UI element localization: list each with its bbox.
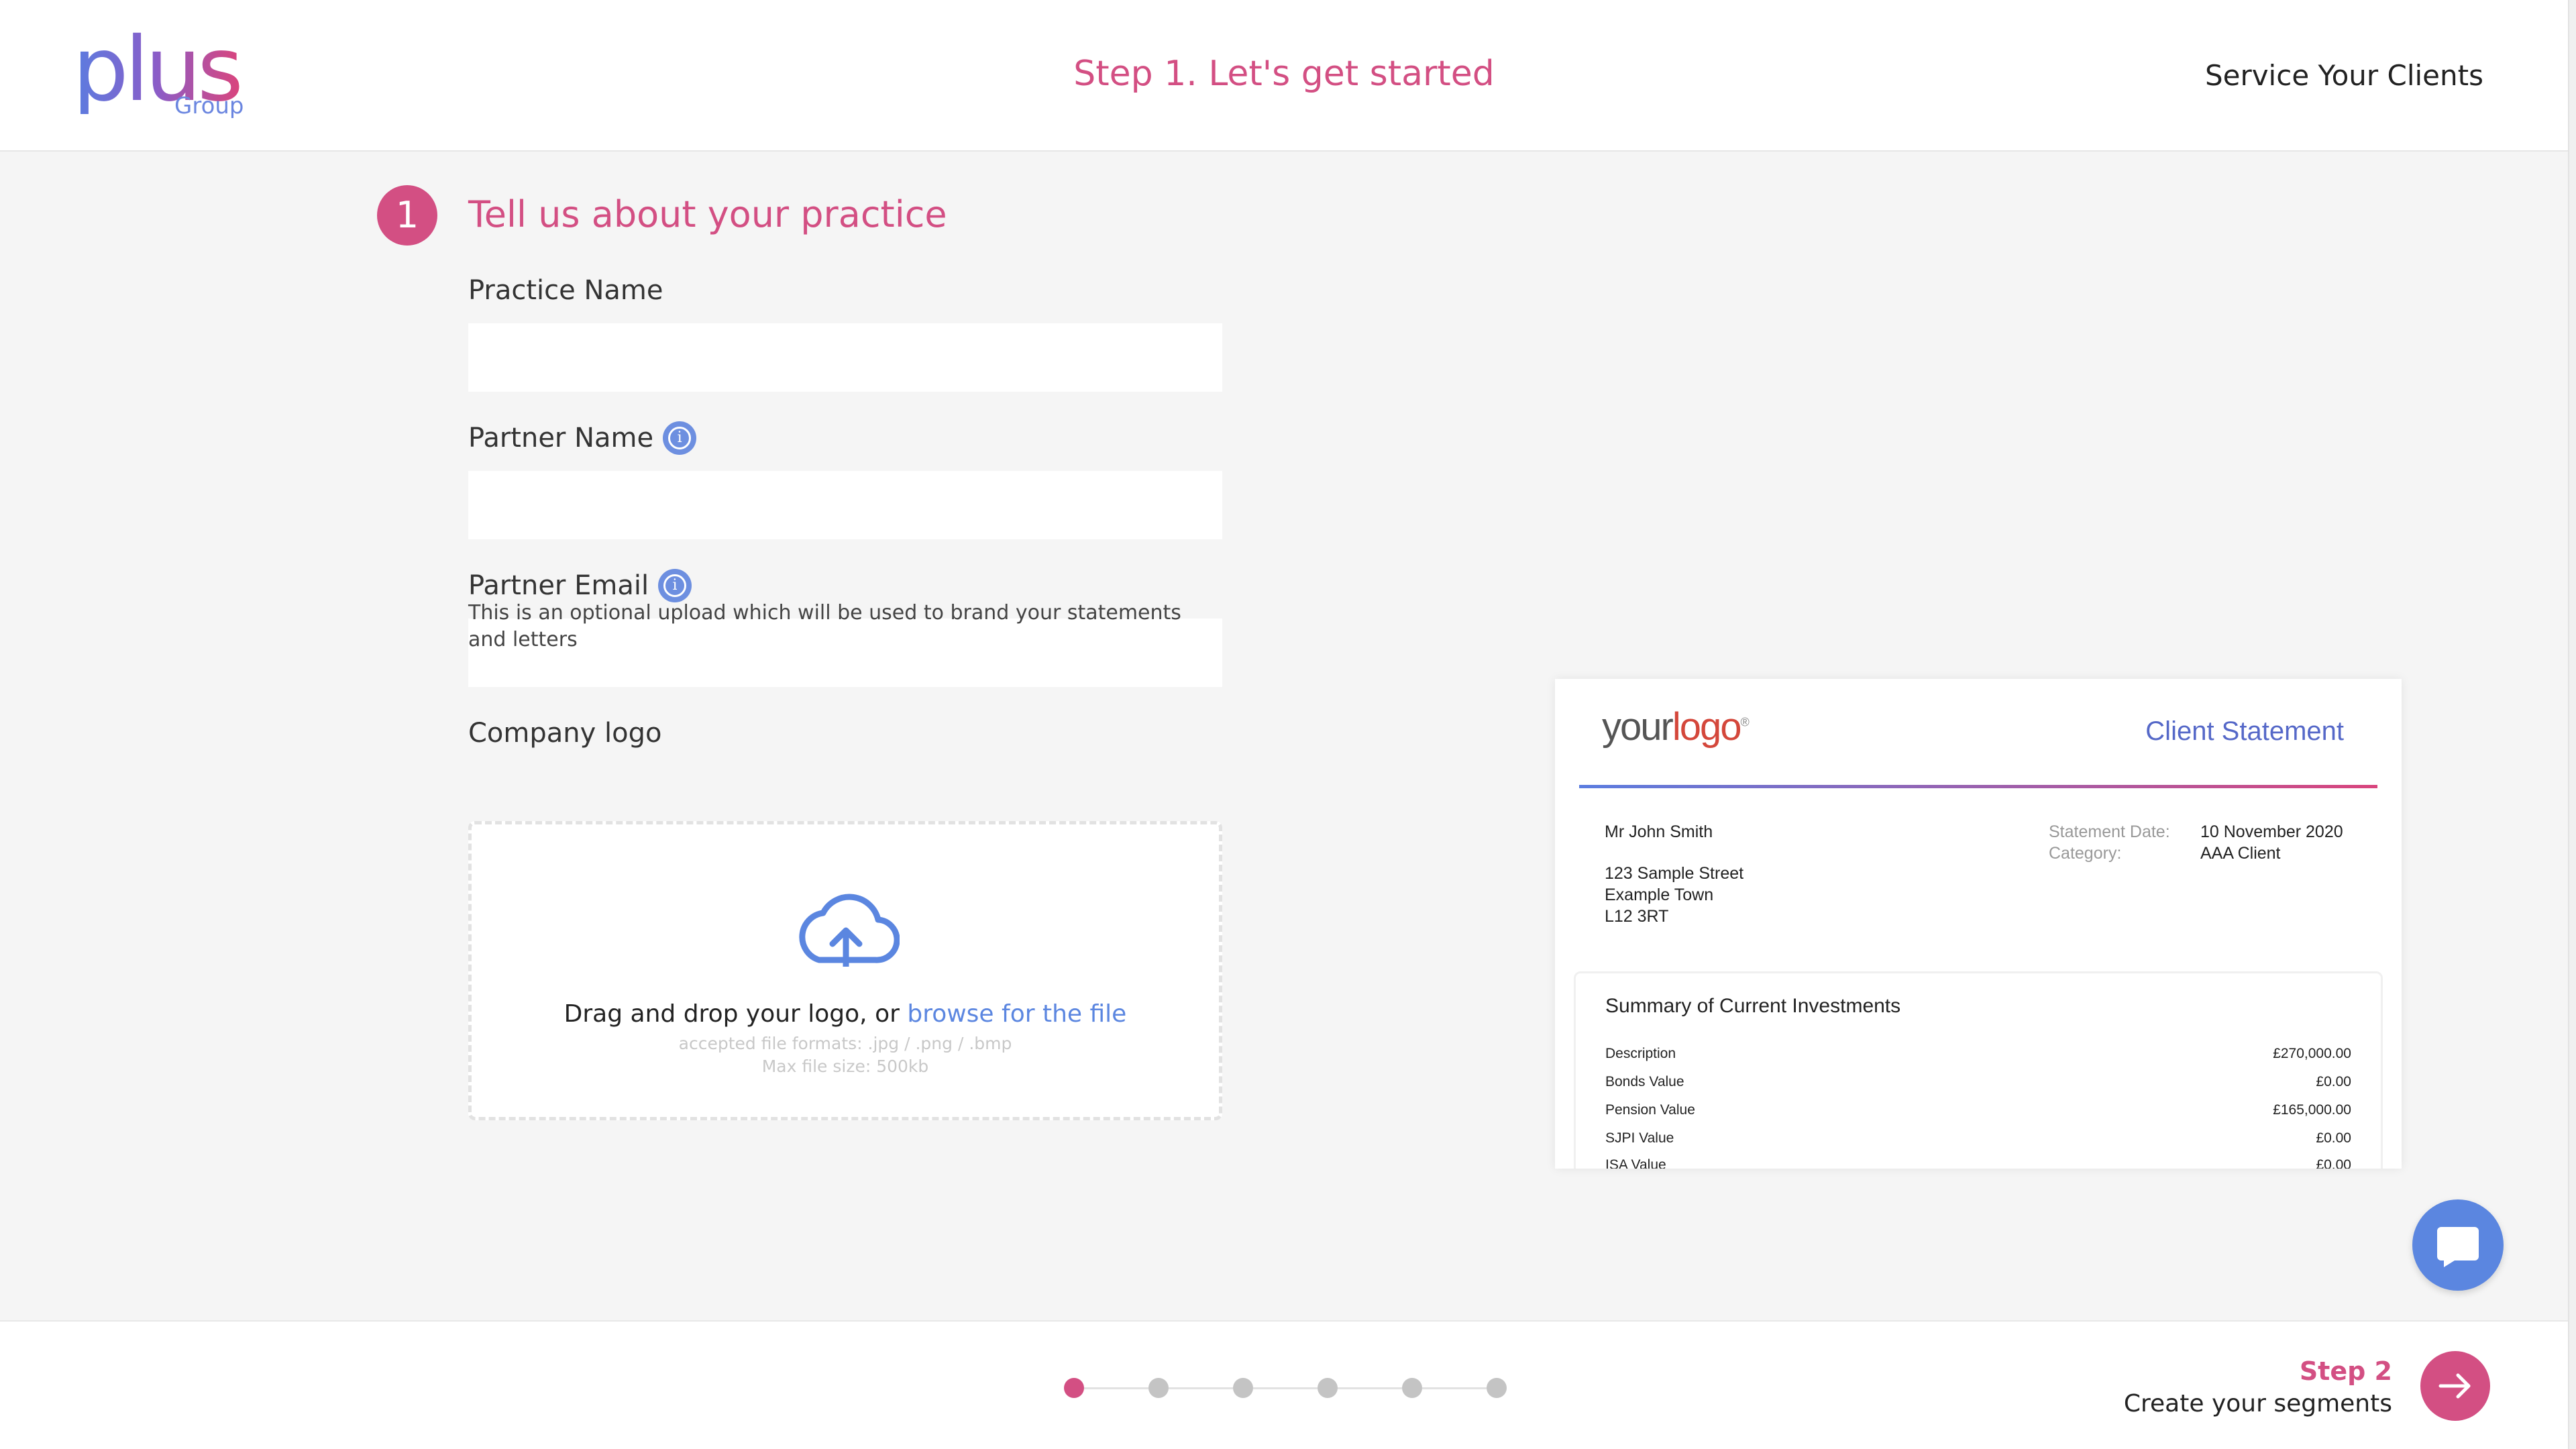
next-step-label: Step 2: [2299, 1356, 2392, 1386]
statement-preview: yourlogo® Client Statement Mr John Smith…: [1555, 679, 2402, 1169]
summary-row-label: ISA Value: [1605, 1157, 1666, 1169]
summary-row-value: £0.00: [2316, 1157, 2351, 1169]
browse-file-link[interactable]: browse for the file: [907, 1000, 1126, 1028]
summary-row-label: Pension Value: [1605, 1102, 1695, 1118]
summary-row: SJPI Value £0.00: [1605, 1130, 2351, 1146]
category-value: AAA Client: [2200, 844, 2281, 863]
progress-connector: [1422, 1387, 1487, 1389]
company-logo-label: Company logo: [468, 718, 661, 749]
max-file-size: Max file size: 500kb: [761, 1057, 929, 1076]
info-icon[interactable]: i: [663, 421, 697, 455]
summary-row-label: SJPI Value: [1605, 1130, 1674, 1146]
info-icon[interactable]: i: [658, 569, 692, 602]
progress-connector: [1169, 1387, 1233, 1389]
arrow-right-icon: [2438, 1373, 2471, 1399]
statement-date-value: 10 November 2020: [2200, 822, 2343, 841]
step-number-badge: 1: [377, 185, 437, 246]
page-scrollbar[interactable]: [2568, 0, 2576, 1449]
logo-dropzone[interactable]: Drag and drop your logo, or browse for t…: [468, 821, 1222, 1120]
progress-connector: [1338, 1387, 1402, 1389]
progress-connector: [1084, 1387, 1148, 1389]
summary-row-value: £165,000.00: [2273, 1102, 2351, 1118]
progress-dot-4[interactable]: [1318, 1378, 1338, 1398]
drop-instructions: Drag and drop your logo, or browse for t…: [472, 1000, 1219, 1028]
summary-row: Description £270,000.00: [1605, 1046, 2351, 1062]
summary-title: Summary of Current Investments: [1605, 995, 1901, 1017]
logo-subtext: Group: [174, 93, 244, 119]
company-logo-helper: This is an optional upload which will be…: [468, 601, 1181, 651]
address-line-3: L12 3RT: [1605, 907, 1669, 926]
partner-name-label: Partner Name i: [468, 421, 697, 455]
page-title: Step 1. Let's get started: [1073, 54, 1495, 94]
practice-name-label-text: Practice Name: [468, 275, 663, 306]
practice-name-label: Practice Name: [468, 275, 663, 306]
progress-dot-3[interactable]: [1233, 1378, 1253, 1398]
statement-logo-your: your: [1602, 705, 1674, 749]
drop-text: Drag and drop your logo, or: [564, 1000, 908, 1028]
statement-title: Client Statement: [2145, 716, 2344, 746]
partner-email-label-text: Partner Email: [468, 570, 649, 601]
practice-name-input[interactable]: [468, 323, 1222, 392]
statement-divider: [1579, 785, 2377, 788]
company-logo-label-text: Company logo: [468, 718, 662, 749]
summary-card: Summary of Current Investments Descripti…: [1574, 971, 2383, 1169]
category-label: Category:: [2049, 844, 2122, 863]
progress-connector: [1253, 1387, 1318, 1389]
summary-row: Pension Value £165,000.00: [1605, 1102, 2351, 1118]
summary-row-label: Bonds Value: [1605, 1074, 1684, 1089]
summary-row-value: £270,000.00: [2273, 1046, 2351, 1061]
partner-name-label-text: Partner Name: [468, 423, 654, 453]
progress-dot-2[interactable]: [1148, 1378, 1169, 1398]
chat-icon: [2437, 1227, 2479, 1267]
header: plus Group Step 1. Let's get started Ser…: [0, 0, 2568, 152]
client-name: Mr John Smith: [1605, 822, 1713, 841]
address-line-1: 123 Sample Street: [1605, 864, 1744, 883]
accepted-formats: accepted file formats: .jpg / .png / .bm…: [678, 1034, 1012, 1053]
footer: Step 2 Create your segments: [0, 1320, 2568, 1449]
cloud-upload-icon: [799, 894, 900, 967]
chat-button[interactable]: [2412, 1199, 2504, 1291]
address-line-2: Example Town: [1605, 885, 1714, 904]
summary-row-value: £0.00: [2316, 1130, 2351, 1146]
summary-row: Bonds Value £0.00: [1605, 1074, 2351, 1090]
summary-row-label: Description: [1605, 1046, 1676, 1061]
statement-date-label: Statement Date:: [2049, 822, 2170, 841]
summary-row-value: £0.00: [2316, 1074, 2351, 1089]
section-title: Tell us about your practice: [468, 193, 947, 235]
summary-row: ISA Value £0.00: [1605, 1157, 2351, 1169]
partner-name-input[interactable]: [468, 471, 1222, 539]
progress-dot-5[interactable]: [1402, 1378, 1422, 1398]
progress-dot-1[interactable]: [1064, 1378, 1084, 1398]
next-step-button[interactable]: [2420, 1351, 2490, 1421]
next-step-description: Create your segments: [2123, 1390, 2392, 1417]
progress-indicator: [1064, 1378, 1507, 1398]
statement-logo-logo: logo: [1672, 705, 1742, 749]
statement-logo-mark: ®: [1740, 715, 1749, 729]
progress-dot-6[interactable]: [1487, 1378, 1507, 1398]
partner-email-label: Partner Email i: [468, 569, 692, 602]
header-right-label: Service Your Clients: [2204, 59, 2483, 92]
statement-logo: yourlogo®: [1602, 704, 1750, 749]
